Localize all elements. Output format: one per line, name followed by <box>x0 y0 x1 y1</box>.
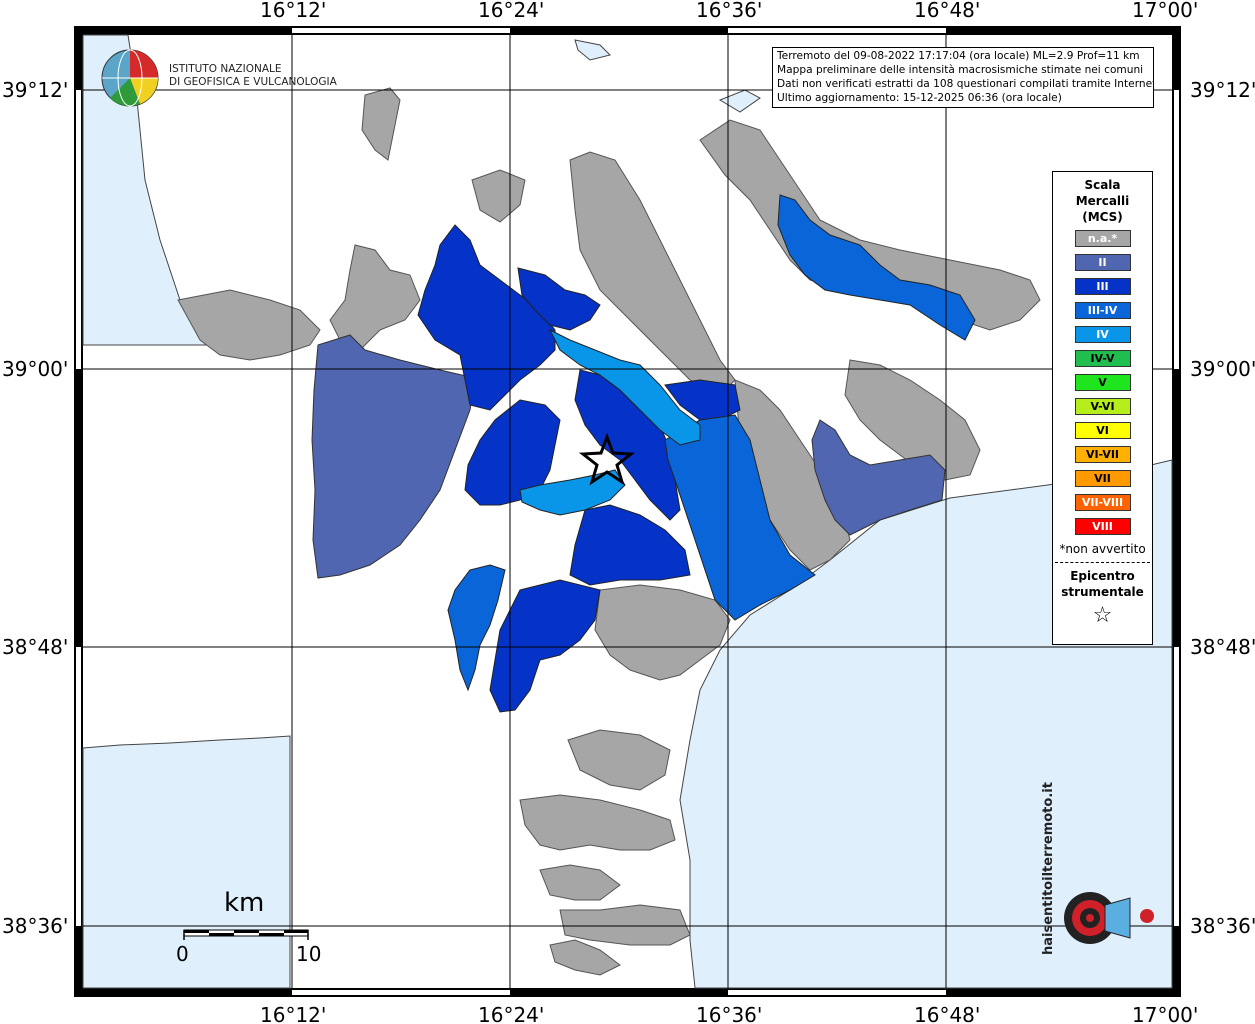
lon-label-top-1: 16°12' <box>260 0 326 22</box>
ingv-logo-text: ISTITUTO NAZIONALE DI GEOFISICA E VULCAN… <box>169 63 337 89</box>
scale-start: 0 <box>176 942 189 966</box>
legend-swatch-iii-iv: III-IV <box>1074 302 1131 319</box>
legend-swatch-iv: IV <box>1074 326 1131 343</box>
lon-label-bottom-4: 16°48' <box>914 1003 980 1024</box>
legend-separator <box>1055 562 1150 563</box>
scale-end: 10 <box>296 942 322 966</box>
legend-swatch-viii: VIII <box>1074 518 1131 535</box>
legend-swatch-vi-vii: VI-VII <box>1074 446 1131 463</box>
legend-items: n.a.* II III III-IV IV IV-V V V-VI VI VI-VII VII VI… <box>1053 230 1152 535</box>
legend-epicenter-line-2: strumentale <box>1061 585 1144 599</box>
lon-label-top-2: 16°24' <box>478 0 544 22</box>
lon-label-top-4: 16°48' <box>914 0 980 22</box>
legend-swatch-ii: II <box>1074 254 1131 271</box>
event-info-box: Terremoto del 09-08-2022 17:17:04 (ora l… <box>772 47 1154 108</box>
intensity-legend: Scala Mercalli (MCS) n.a.* II III III-IV IV I… <box>1052 171 1153 645</box>
legend-swatch-iv-v: IV-V <box>1074 350 1131 367</box>
legend-title-line-1: Scala <box>1084 178 1121 192</box>
lat-label-right-4: 38°36' <box>1190 914 1255 938</box>
lat-label-right-1: 39°12' <box>1190 78 1255 102</box>
lat-label-left-2: 39°00' <box>2 357 68 381</box>
lat-label-right-2: 39°00' <box>1190 357 1255 381</box>
ingv-globe-icon <box>101 49 159 107</box>
lon-label-bottom-3: 16°36' <box>696 1003 762 1024</box>
lat-label-left-4: 38°36' <box>2 914 68 938</box>
watermark-text: haisentitoilterremoto.it <box>1041 782 1056 955</box>
lon-label-bottom-1: 16°12' <box>260 1003 326 1024</box>
lon-label-bottom-2: 16°24' <box>478 1003 544 1024</box>
lat-label-left-1: 39°12' <box>2 78 68 102</box>
legend-swatch-v: V <box>1074 374 1131 391</box>
legend-swatch-v-vi: V-VI <box>1074 398 1131 415</box>
lon-label-bottom-5: 17°00' <box>1132 1003 1198 1024</box>
lon-label-top-3: 16°36' <box>696 0 762 22</box>
info-line-2: Mappa preliminare delle intensità macros… <box>777 64 1144 76</box>
legend-swatch-iii: III <box>1074 278 1131 295</box>
info-line-3: Dati non verificati estratti da 108 ques… <box>777 78 1154 90</box>
legend-epicenter-line-1: Epicentro <box>1070 569 1135 583</box>
lat-label-left-3: 38°48' <box>2 635 68 659</box>
scale-unit: km <box>224 888 265 918</box>
legend-swatch-n-a: n.a.* <box>1074 230 1131 247</box>
logo-line-1: ISTITUTO NAZIONALE <box>169 63 282 75</box>
legend-epicenter-label: Epicentro strumentale <box>1053 568 1152 600</box>
legend-swatch-vii-viii: VII-VIII <box>1074 494 1131 511</box>
info-line-1: Terremoto del 09-08-2022 17:17:04 (ora l… <box>777 50 1140 62</box>
legend-note: *non avvertito <box>1059 542 1146 556</box>
legend-swatch-vii: VII <box>1074 470 1131 487</box>
legend-star-icon: ☆ <box>1092 603 1113 628</box>
legend-title: Scala Mercalli (MCS) <box>1053 177 1152 225</box>
lat-label-right-3: 38°48' <box>1190 635 1255 659</box>
legend-swatch-vi: VI <box>1074 422 1131 439</box>
logo-line-2: DI GEOFISICA E VULCANOLOGIA <box>169 76 337 88</box>
legend-title-line-2: Mercalli <box>1075 194 1130 208</box>
legend-title-line-3: (MCS) <box>1082 210 1123 224</box>
lon-label-top-5: 17°00' <box>1132 0 1198 22</box>
info-line-4: Ultimo aggiornamento: 15-12-2025 06:36 (… <box>777 92 1062 104</box>
